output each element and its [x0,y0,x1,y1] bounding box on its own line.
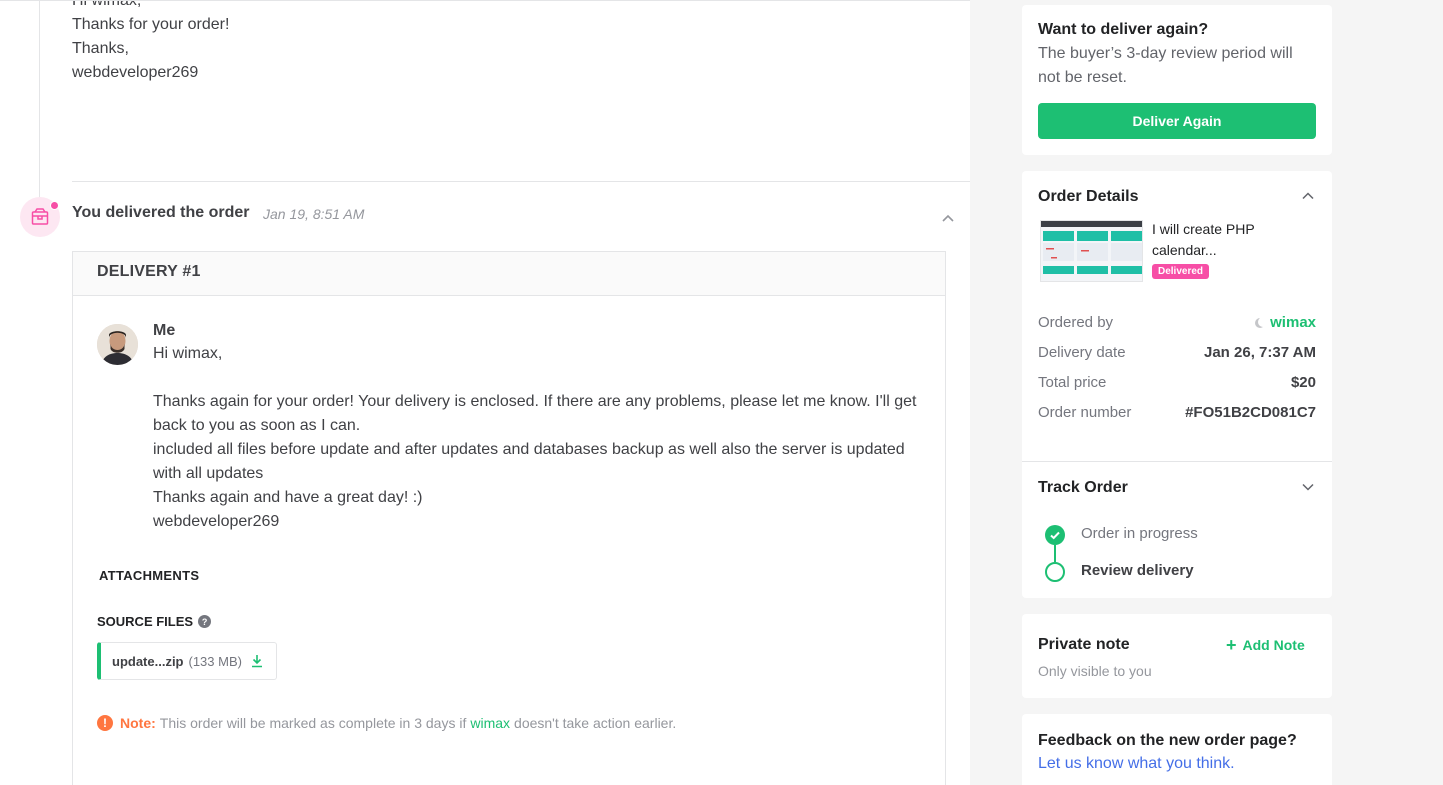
message-line: Thanks again and have a great day! :) [153,489,423,506]
feedback-card: Feedback on the new order page? Let us k… [1022,714,1332,785]
detail-value: $20 [1290,374,1316,391]
detail-row-total-price: Total price $20 [1038,374,1316,391]
track-order-title: Track Order [1038,479,1128,496]
detail-value: #FO51B2CD081C7 [1185,404,1316,421]
message-line: Thanks again for your order! Your delive… [153,393,917,434]
previous-message: Hi wimax, Thanks for your order! Thanks,… [72,0,230,85]
private-note-card: Private note Only visible to you + Add N… [1022,614,1332,698]
feedback-title: Feedback on the new order page? [1038,732,1297,749]
deliver-again-title: Want to deliver again? [1038,21,1209,38]
file-size: (133 MB) [188,653,242,669]
detail-key: Total price [1038,374,1107,391]
note-label: Note: [120,715,156,731]
deliver-again-card: Want to deliver again? The buyer’s 3-day… [1022,5,1332,155]
step-label: Order in progress [1081,525,1198,542]
status-badge: Delivered [1152,264,1210,279]
feedback-link[interactable]: Let us know what you think. [1038,755,1235,773]
plus-icon: + [1226,635,1237,655]
check-icon [1045,525,1065,545]
chevron-up-icon[interactable] [1301,189,1315,203]
detail-value: Jan 26, 7:37 AM [1204,344,1316,361]
detail-value[interactable]: wimax [1255,314,1316,331]
attachment-file[interactable]: update...zip (133 MB) [97,642,277,680]
detail-key: Ordered by [1038,314,1114,331]
order-details-title: Order Details [1038,188,1139,205]
help-icon[interactable]: ? [198,615,212,628]
message-line [153,366,923,390]
moon-icon [1255,318,1265,328]
private-note-subtitle: Only visible to you [1038,663,1152,679]
chevron-up-icon[interactable] [940,211,956,227]
alert-icon: ! [97,715,113,731]
previous-message-line: Hi wimax, [72,0,142,9]
detail-key: Order number [1038,404,1132,421]
timeline-line [39,1,40,201]
add-note-label[interactable]: Add Note [1243,637,1305,653]
sender-name: Me [153,322,176,339]
source-files-heading: SOURCE FILES ? [97,614,212,629]
previous-message-line: Thanks, [72,40,129,57]
delivery-card: DELIVERY #1 Me Hi wimax, Thanks again fo… [72,251,946,785]
message-line: included all files before update and aft… [153,441,905,482]
step-label-current: Review delivery [1081,562,1194,579]
add-note-button[interactable]: + Add Note [1226,635,1305,655]
message-line: Hi wimax, [153,345,223,362]
note-text: This order will be marked as complete in… [159,715,467,731]
message-line: webdeveloper269 [153,513,280,530]
divider [72,181,970,182]
step-connector [1054,545,1056,562]
detail-row-ordered-by: Ordered by wimax [1038,314,1316,331]
auto-complete-note: ! Note: This order will be marked as com… [97,715,676,731]
step-circle-icon [1045,562,1065,582]
deliver-again-text: The buyer’s 3-day review period will not… [1038,45,1293,86]
previous-message-line: webdeveloper269 [72,64,199,81]
order-details-card: Order Details I will create PHP calendar… [1022,171,1332,598]
previous-message-line: Thanks for your order! [72,16,230,33]
divider [1022,461,1332,462]
order-activity-panel: Hi wimax, Thanks for your order! Thanks,… [0,0,970,785]
deliver-again-button[interactable]: Deliver Again [1038,103,1316,139]
source-files-label: SOURCE FILES [97,614,194,629]
buyer-username[interactable]: wimax [1270,314,1316,331]
event-timestamp: Jan 19, 8:51 AM [263,206,365,222]
avatar [97,324,138,365]
delivery-heading: DELIVERY #1 [73,252,945,296]
detail-row-order-number: Order number #FO51B2CD081C7 [1038,404,1316,421]
note-text: doesn't take action earlier. [514,715,677,731]
download-icon[interactable] [250,654,264,668]
notification-dot [50,201,59,210]
event-title: You delivered the order [72,204,250,221]
buyer-link[interactable]: wimax [470,715,510,731]
detail-row-delivery-date: Delivery date Jan 26, 7:37 AM [1038,344,1316,361]
chevron-down-icon[interactable] [1301,480,1315,494]
gig-thumbnail[interactable] [1040,220,1143,282]
private-note-title: Private note [1038,636,1130,653]
delivery-message: Hi wimax, Thanks again for your order! Y… [153,342,923,534]
gig-title[interactable]: I will create PHP calendar... [1152,219,1312,261]
detail-key: Delivery date [1038,344,1126,361]
attachments-heading: ATTACHMENTS [99,568,200,583]
file-name[interactable]: update...zip [112,654,184,669]
